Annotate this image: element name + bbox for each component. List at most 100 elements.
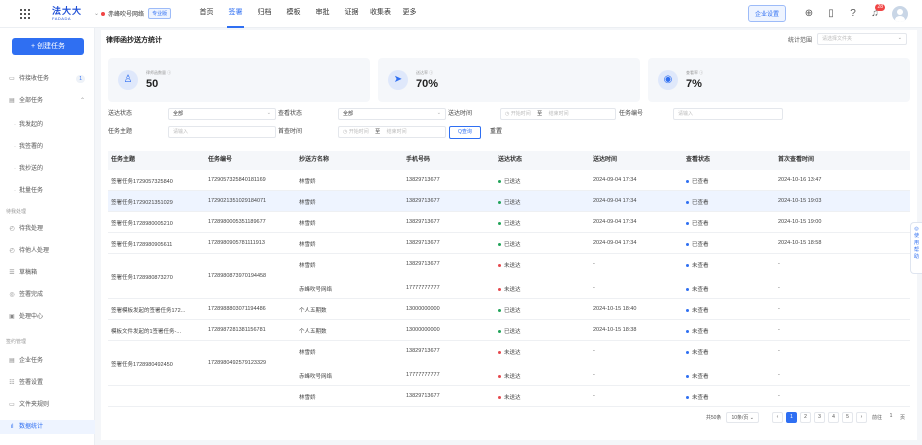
delivery-time: 2024-09-04 17:34 (593, 240, 637, 246)
task-no-input[interactable]: 请输入 (673, 108, 783, 120)
delivery-status-text: 已送达 (504, 221, 521, 227)
query-button[interactable]: Q查询 (449, 126, 481, 139)
page-button[interactable]: 1 (785, 412, 797, 423)
task-number: 1729057325840181169 (208, 176, 266, 183)
table-row[interactable]: 签署模板发起的签署任务172... 1728988803071194486 个人五期… (108, 299, 910, 320)
page-size-select[interactable]: 10条/页 ⌄ (726, 412, 759, 423)
range-select[interactable]: 请选择文件夹 (817, 33, 907, 45)
table-row[interactable]: 签署任务1728980005210 1728980005351189677 林雪娇 1… (108, 212, 910, 233)
end-time: 结束时间 (386, 129, 407, 135)
delivery-time: - (593, 393, 595, 399)
table-row[interactable]: 签署任务1729057325840 1729057325840181169 林雪娇 1… (108, 170, 910, 191)
prev-page-icon[interactable]: ‹ (771, 412, 783, 423)
enterprise-settings-button[interactable]: 企业设置 (747, 5, 786, 22)
globe-icon[interactable]: ⊕ (798, 8, 820, 19)
view-status-text: 未查看 (692, 287, 709, 293)
task-subject-input[interactable]: 请输入 (168, 126, 276, 138)
help-icon[interactable]: ? (842, 8, 864, 19)
delivery-time: - (593, 285, 595, 291)
view-status-text: 未查看 (692, 374, 709, 380)
view-status-text: 已查看 (692, 242, 709, 248)
delivery-status: 已送达 (498, 240, 521, 248)
org-switcher[interactable]: ⌄ 赤峰吹号网络 专业版 (94, 8, 172, 19)
sidebar-count-badge: 1 (76, 75, 85, 83)
stats-icon: ıl (10, 424, 14, 430)
delivery-status-select[interactable]: 全部 (168, 108, 276, 120)
avatar[interactable] (892, 5, 908, 22)
sidebar-subitem-2[interactable]: 我抄送的 (0, 162, 95, 176)
delivery-status: 已送达 (498, 306, 521, 314)
sidebar-item-g1-1[interactable]: ◴ 待他人处理 (0, 244, 95, 258)
first-view-time: - (778, 327, 780, 333)
view-status: 未查看 (686, 261, 709, 269)
help-tab[interactable]: ◎ 使用帮助 (910, 222, 922, 274)
phone-number: 17777777777 (406, 372, 440, 378)
nav-item-5[interactable]: 证据 (337, 0, 366, 28)
column-header: 任务编号 (208, 157, 233, 163)
mobile-icon[interactable]: ▯ (820, 8, 842, 19)
table-row[interactable]: 签署任务1728980905611 1728980905781111913 林雪娇 1… (108, 233, 910, 254)
first-view-range[interactable]: ◷ 开始时间 至 结束时间 (338, 126, 446, 138)
sidebar-item-g2-1[interactable]: ☷ 签署设置 (0, 376, 95, 390)
task-subject: 签署任务1729057325840 (111, 178, 173, 185)
nav-item-2[interactable]: 归档 (250, 0, 279, 28)
table-row[interactable]: 签署任务1728980492450 1728980492579123329 林雪娇 1… (108, 341, 910, 386)
page-button[interactable]: 2 (799, 412, 811, 423)
view-status-select[interactable]: 全部 (338, 108, 446, 120)
delivery-status-text: 未送达 (504, 374, 521, 380)
send-icon: ➤ (388, 70, 408, 90)
delivery-time: 2024-09-04 17:34 (593, 219, 637, 225)
help-label: 使用帮助 (913, 233, 919, 260)
logo[interactable]: 法大大 FADADA (52, 6, 82, 21)
nav-item-0[interactable]: 首页 (192, 0, 221, 28)
nav-item-7[interactable]: 更多 (395, 0, 424, 28)
next-page-icon[interactable]: › (855, 412, 867, 423)
top-nav: 首页 签署 归档 模板 审批 证据 收集表 更多 (192, 0, 424, 28)
table-row[interactable]: 模板文件发起的1签署任务-... 1728987281381156781 个人五期数… (108, 320, 910, 341)
task-number: 1728988803071194486 (208, 305, 266, 312)
sidebar-subitem-0[interactable]: 我发起的 (0, 118, 95, 132)
goto-input[interactable]: 1 (885, 412, 897, 423)
main-panel: 律师函抄送方统计 统计范围 请选择文件夹 ♙ 律师函数量 ⓘ 50 ➤ 送达率 ⓘ 70%… (101, 30, 917, 440)
range-to: 至 (375, 129, 381, 135)
nav-item-1[interactable]: 签署 (221, 0, 250, 28)
task-subject: 签署模板发起的签署任务172... (111, 307, 186, 314)
sidebar-item-0[interactable]: ▭ 待接收任务 1 (0, 72, 95, 86)
table-row[interactable]: 签署任务1728980873270 1728980873970194458 林雪娇 1… (108, 254, 910, 299)
table-row[interactable]: 签署任务1729021351029 1729021351029184071 林雪娇 1… (108, 191, 910, 212)
delivery-time-range[interactable]: ◷ 开始时间 至 结束时间 (500, 108, 616, 120)
sidebar-subitem-3[interactable]: 批量任务 (0, 184, 95, 198)
phone-number: 13829713677 (406, 261, 440, 267)
view-status: 未查看 (686, 306, 709, 314)
reset-button[interactable]: 重置 (486, 126, 506, 139)
goto-label: 前往 (871, 415, 882, 421)
view-status-label: 查看状态 (278, 111, 303, 117)
range-to: 至 (537, 111, 543, 117)
page-button[interactable]: 4 (827, 412, 839, 423)
page-button[interactable]: 5 (841, 412, 853, 423)
nav-item-3[interactable]: 模板 (279, 0, 308, 28)
delivery-time: 2024-09-04 17:34 (593, 198, 637, 204)
task-subject: 签署任务1729021351029 (111, 199, 173, 206)
table-row[interactable]: 林雪娇 13829713677 未送达 - 未查看 - (108, 386, 910, 407)
sidebar-item-1[interactable]: ▤ 全部任务 ⌃ (0, 94, 95, 108)
sidebar-item-g2-2[interactable]: ▭ 文件夹规则 (0, 398, 95, 412)
sidebar-item-g2-0[interactable]: ▤ 企业任务 (0, 354, 95, 368)
sidebar-item-g1-2[interactable]: ☰ 草稿箱 (0, 266, 95, 280)
nav-item-4[interactable]: 审批 (308, 0, 337, 28)
filter-row-2: 任务主题 请输入 首查时间 ◷ 开始时间 至 结束时间 Q查询 重置 (108, 126, 910, 139)
bell-icon[interactable]: ♫ 28 (864, 4, 886, 19)
create-task-button[interactable]: + 创建任务 (12, 38, 84, 55)
sidebar-item-g1-4[interactable]: ▣ 处理中心 (0, 310, 95, 324)
apps-grid-icon[interactable] (20, 8, 30, 19)
nav-item-6[interactable]: 收集表 (366, 0, 395, 28)
delivery-status-text: 已送达 (504, 242, 521, 248)
sidebar-subitem-1[interactable]: 我签署的 (0, 140, 95, 154)
task-subject: 签署任务1728980873270 (111, 274, 173, 281)
page-button[interactable]: 3 (813, 412, 825, 423)
sidebar-item-g2-3[interactable]: ıl 数据统计 (0, 420, 95, 434)
sidebar-item-g1-3[interactable]: ◎ 签署完成 (0, 288, 95, 302)
help-icon: ◎ (914, 226, 919, 232)
logo-sub: FADADA (52, 15, 72, 21)
sidebar-item-g1-0[interactable]: ◴ 待我处理 (0, 222, 95, 236)
